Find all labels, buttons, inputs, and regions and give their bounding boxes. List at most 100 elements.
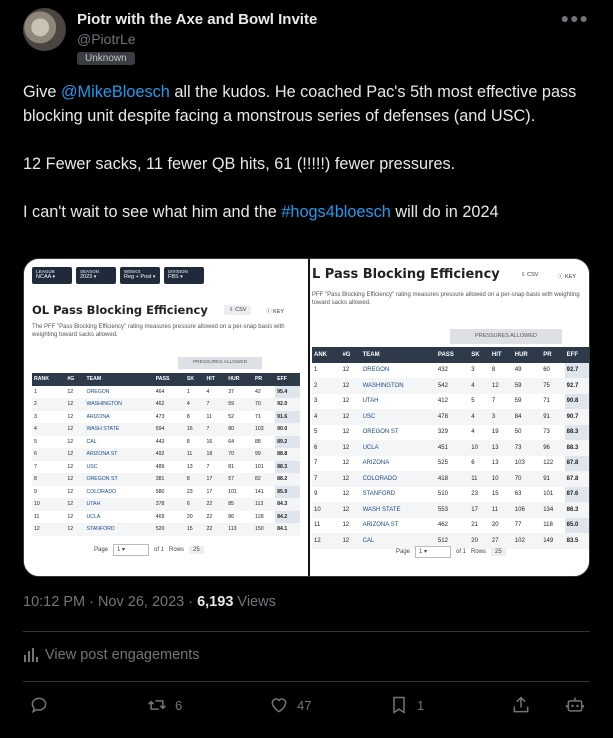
table-cell: 17 <box>469 502 490 518</box>
csv-button[interactable]: ⇩ CSV <box>224 305 252 315</box>
table-row: 4 12 USC 478 4 3 84 91 90.7 <box>312 409 589 425</box>
table-cell: 71 <box>543 398 550 405</box>
table-cell: 86.3 <box>564 502 589 518</box>
table-cell: 12 <box>340 409 361 425</box>
key-label: KEY <box>565 274 577 280</box>
media-image-right[interactable]: L Pass Blocking Efficiency ⇩ CSV ⓘ KEY P… <box>310 259 589 576</box>
page-select[interactable]: 1 ▾ <box>415 546 452 558</box>
rows-select[interactable]: 25 <box>189 546 204 554</box>
table-row: 3 12 ARIZONA 473 8 11 52 71 91.6 <box>32 410 300 424</box>
table-cell[interactable]: OREGON <box>361 363 436 379</box>
bookmark-button[interactable]: 1 <box>389 695 424 715</box>
author-name[interactable]: Piotr with the Axe and Bowl Invite <box>77 11 317 28</box>
rows-select[interactable]: 25 <box>491 548 506 556</box>
table-row: 10 12 UTAH 378 6 22 85 113 84.3 <box>32 498 300 511</box>
table-cell[interactable]: COLORADO <box>360 471 436 487</box>
table-row: 7 12 USC 489 13 7 81 101 88.3 <box>32 460 300 474</box>
filter-dropdown[interactable]: DIVISION FBS ▾ <box>164 267 204 284</box>
page-label: Page <box>94 547 109 553</box>
table-row: 6 12 UCLA 451 10 13 73 96 88.3 <box>312 440 589 456</box>
column-header[interactable]: HIT <box>489 347 513 363</box>
repost-button[interactable]: 6 <box>147 695 182 715</box>
table-cell: 4 <box>184 398 205 411</box>
table-cell: 443 <box>155 438 165 445</box>
column-header[interactable]: HUR <box>226 373 253 386</box>
column-header[interactable]: TEAM <box>84 373 154 386</box>
column-header[interactable]: #G <box>340 347 361 363</box>
table-cell[interactable]: STANFORD <box>84 523 154 536</box>
table-cell[interactable]: WASH STATE <box>84 423 154 436</box>
table-cell[interactable]: COLORADO <box>84 486 153 499</box>
column-header[interactable]: HUR <box>512 347 542 363</box>
share-button[interactable] <box>511 695 531 715</box>
tweet-timestamp[interactable]: 10:12 PM · Nov 26, 2023 · <box>23 594 197 610</box>
mention-link[interactable]: @MikeBloesch <box>61 83 170 101</box>
column-header[interactable]: SK <box>184 373 205 386</box>
author-handle[interactable]: @PiotrLe <box>77 31 136 47</box>
table-cell[interactable]: WASHINGTON <box>84 398 154 411</box>
table-cell[interactable]: USC <box>360 409 436 425</box>
column-header[interactable]: PR <box>541 347 565 363</box>
chart-title: L Pass Blocking Efficiency <box>312 267 500 282</box>
csv-button[interactable]: ⇩ CSV <box>516 270 543 280</box>
table-cell: 17 <box>204 473 227 486</box>
filter-dropdown[interactable]: WEEKS Reg + Post ▾ <box>120 267 160 284</box>
avatar[interactable] <box>23 8 66 51</box>
column-header[interactable]: EFF <box>564 347 589 363</box>
filter-dropdown[interactable]: SEASON 2023 ▾ <box>76 267 116 284</box>
like-button[interactable]: 47 <box>269 695 311 715</box>
table-cell: 63 <box>514 491 522 498</box>
table-cell[interactable]: OREGON <box>84 386 153 399</box>
table-cell: 17 <box>206 488 213 495</box>
column-header[interactable]: HIT <box>204 373 227 386</box>
table-cell[interactable]: UTAH <box>84 498 154 511</box>
table-cell[interactable]: UTAH <box>361 394 436 410</box>
column-header[interactable]: TEAM <box>360 347 436 363</box>
table-cell: 8 <box>184 473 205 486</box>
table-row: 12 12 STANFORD 520 15 22 113 150 84.1 <box>32 523 300 536</box>
table-cell[interactable]: WASHINGTON <box>360 378 436 394</box>
column-header[interactable]: #G <box>65 373 85 386</box>
table-cell[interactable]: UCLA <box>84 511 153 524</box>
hashtag-link[interactable]: #hogs4bloesch <box>281 203 391 221</box>
table-cell: 412 <box>437 398 448 405</box>
column-header[interactable]: SK <box>469 347 490 363</box>
table-cell: 113 <box>252 498 276 511</box>
table-cell: 9 <box>34 488 37 495</box>
column-header[interactable]: PASS <box>435 347 470 363</box>
media-image-left[interactable]: LEAGUE NCAA ▾ SEASON 2023 ▾ WEEKS Reg + Post … <box>24 259 308 576</box>
filter-dropdown[interactable]: LEAGUE NCAA ▾ <box>32 267 72 284</box>
reply-button[interactable] <box>29 695 57 715</box>
rows-label: Rows <box>471 549 487 555</box>
table-cell[interactable]: ARIZONA ST <box>361 518 436 534</box>
table-cell[interactable]: STANFORD <box>361 487 436 503</box>
key-button[interactable]: ⓘ KEY <box>558 272 576 280</box>
more-options-icon[interactable]: ●●● <box>561 10 589 26</box>
table-cell[interactable]: OREGON ST <box>361 425 436 441</box>
column-header[interactable]: EFF <box>275 373 300 386</box>
table-cell[interactable]: ARIZONA <box>361 456 436 472</box>
table-cell[interactable]: ARIZONA <box>84 411 153 424</box>
table-cell[interactable]: CAL <box>84 436 153 449</box>
column-header[interactable]: PR <box>252 373 276 386</box>
table-cell: 10 <box>312 502 341 518</box>
tweet-media[interactable]: LEAGUE NCAA ▾ SEASON 2023 ▾ WEEKS Reg + Post … <box>23 258 590 577</box>
page-select[interactable]: 1 ▾ <box>113 544 150 556</box>
view-engagements-link[interactable]: View post engagements <box>23 647 200 663</box>
grok-button[interactable] <box>565 695 585 715</box>
table-cell[interactable]: OREGON ST <box>84 473 154 486</box>
key-button[interactable]: ⓘ KEY <box>266 307 284 315</box>
table-cell[interactable]: UCLA <box>360 440 436 456</box>
table-cell: 594 <box>153 423 185 436</box>
table-cell[interactable]: USC <box>84 461 153 474</box>
table-cell[interactable]: ARIZONA ST <box>84 448 154 461</box>
views-count: 6,193 <box>197 594 234 610</box>
repost-icon <box>148 700 166 710</box>
table-cell: 12 <box>342 429 350 436</box>
column-header[interactable]: PASS <box>153 373 185 386</box>
robot-icon <box>565 697 585 712</box>
column-header[interactable]: ANK <box>312 347 341 363</box>
table-cell[interactable]: WASH STATE <box>360 502 436 518</box>
tweet-text-segment: Give <box>23 83 62 101</box>
column-header[interactable]: RANK <box>32 373 66 386</box>
